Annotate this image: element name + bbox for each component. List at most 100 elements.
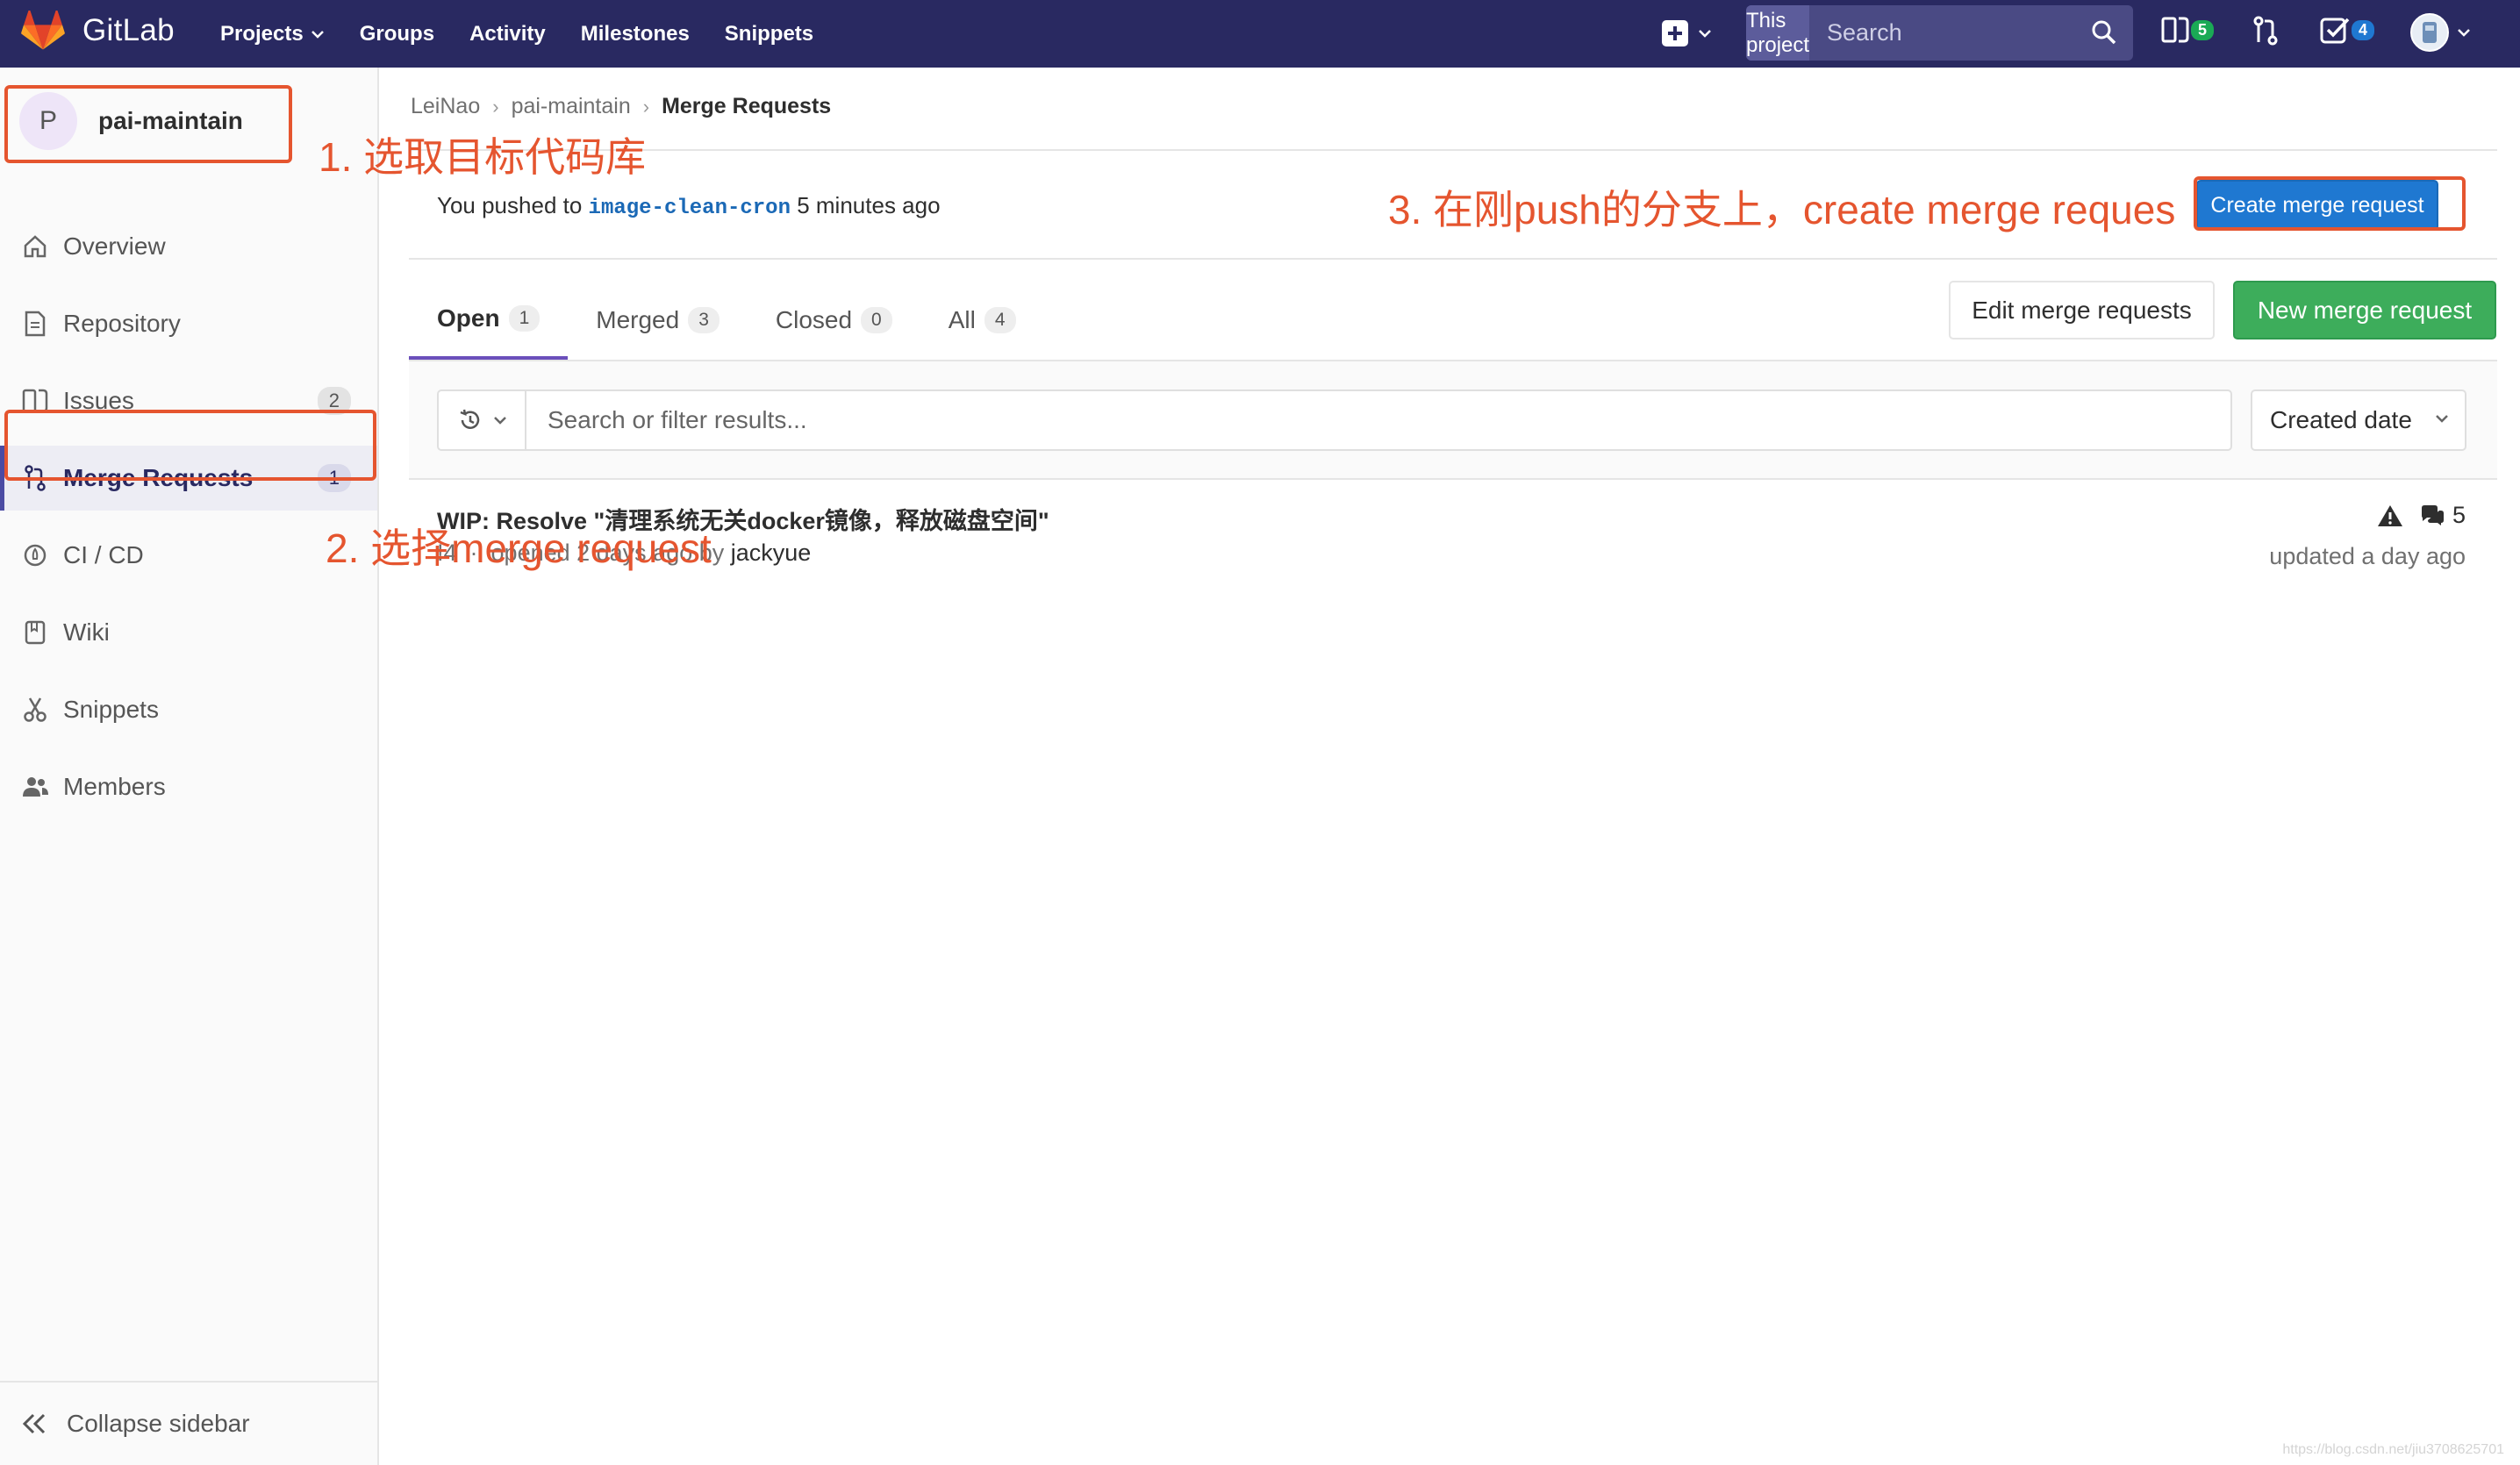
tab-closed[interactable]: Closed 0 [748, 280, 920, 360]
comments-icon [2421, 504, 2444, 525]
collapse-sidebar-label: Collapse sidebar [67, 1410, 250, 1437]
chevron-right-icon: › [492, 95, 499, 118]
tab-count-badge: 3 [688, 306, 719, 333]
breadcrumb-link[interactable]: pai-maintain [512, 94, 631, 119]
chevron-down-icon [494, 417, 506, 425]
collapse-sidebar-button[interactable]: Collapse sidebar [0, 1381, 377, 1465]
merge-request-icon [2253, 16, 2278, 46]
tab-label: Merged [596, 305, 680, 333]
nav-milestones[interactable]: Milestones [581, 22, 690, 46]
chevron-down-icon [2436, 415, 2448, 423]
breadcrumb: LeiNao › pai-maintain › Merge Requests [411, 94, 831, 119]
breadcrumb-current: Merge Requests [662, 94, 832, 118]
chevron-down-icon [1699, 30, 1711, 38]
annotation-box-project [4, 85, 292, 163]
recent-searches-button[interactable] [437, 389, 526, 451]
nav-merge-requests-button[interactable] [2252, 16, 2279, 46]
sidebar-item-snippets[interactable]: Snippets [0, 677, 377, 742]
filter-search-input[interactable] [525, 389, 2232, 451]
search-icon[interactable] [2091, 19, 2117, 46]
plus-square-icon [1662, 20, 1688, 46]
annotation-step-2: 2. 选择merge request [326, 525, 712, 571]
sidebar-item-label: Snippets [63, 696, 159, 723]
merge-request-row[interactable]: WIP: Resolve "清理系统无关docker镜像，释放磁盘空间" !4 … [409, 480, 2497, 594]
divider [409, 149, 2497, 151]
todo-check-icon [2320, 18, 2350, 44]
tab-count-badge: 4 [984, 306, 1016, 333]
sidebar-item-label: CI / CD [63, 541, 144, 568]
breadcrumb-link[interactable]: LeiNao [411, 94, 480, 119]
user-avatar-icon [2410, 13, 2449, 52]
brand-name: GitLab [82, 13, 175, 47]
double-chevron-left-icon [22, 1413, 46, 1434]
search-box: This project [1746, 5, 2133, 61]
project-sidebar: P pai-maintain Overview Repository Issue… [0, 68, 379, 1465]
doc-icon [25, 311, 46, 337]
annotation-box-create-button [2194, 176, 2466, 231]
tanuki-icon [21, 11, 65, 50]
divider [409, 258, 2497, 260]
rocket-icon [24, 544, 47, 567]
sidebar-item-members[interactable]: Members [0, 754, 377, 819]
sidebar-item-label: Wiki [63, 618, 110, 646]
sidebar-item-ci-cd[interactable]: CI / CD [0, 523, 377, 588]
issues-count-badge: 5 [2191, 19, 2215, 40]
sidebar-item-repository[interactable]: Repository [0, 291, 377, 356]
warning-icon [2377, 504, 2402, 526]
new-dropdown-button[interactable] [1661, 19, 1712, 47]
tab-label: Open [437, 304, 500, 332]
push-notice-prefix: You pushed to [437, 192, 583, 218]
annotation-box-merge-requests [4, 410, 376, 481]
pushed-branch-link[interactable]: image-clean-cron [589, 197, 791, 220]
merge-request-stats: 5 [2377, 502, 2466, 529]
top-navbar: GitLab Projects Groups Activity Mileston… [0, 0, 2520, 68]
history-icon [460, 409, 480, 429]
sidebar-item-overview[interactable]: Overview [0, 214, 377, 279]
home-icon [24, 235, 47, 258]
nav-projects-label: Projects [220, 21, 304, 46]
edit-merge-requests-button[interactable]: Edit merge requests [1949, 281, 2215, 339]
tab-all[interactable]: All 4 [920, 280, 1044, 360]
tab-label: All [948, 305, 976, 333]
merge-request-updated: updated a day ago [2269, 543, 2466, 569]
nav-groups[interactable]: Groups [360, 22, 434, 46]
chevron-right-icon: › [642, 95, 650, 118]
tab-count-badge: 0 [861, 306, 892, 333]
search-scope-badge[interactable]: This project [1746, 5, 1809, 61]
sidebar-item-wiki[interactable]: Wiki [0, 600, 377, 665]
chevron-down-icon [311, 30, 324, 39]
issues-icon [2161, 17, 2189, 43]
annotation-step-3: 3. 在刚push的分支上，create merge reques [1388, 187, 2176, 232]
push-notice-time: 5 minutes ago [797, 192, 941, 218]
todos-count-badge: 4 [2352, 19, 2375, 40]
new-merge-request-button[interactable]: New merge request [2233, 281, 2496, 339]
chevron-down-icon [2458, 29, 2470, 37]
nav-snippets[interactable]: Snippets [725, 22, 813, 46]
sidebar-item-label: Overview [63, 232, 166, 260]
merge-request-author-link[interactable]: jackyue [731, 540, 812, 566]
gitlab-logo[interactable]: GitLab [21, 11, 175, 51]
sidebar-item-label: Repository [63, 310, 181, 337]
tab-count-badge: 1 [508, 304, 541, 332]
sidebar-item-label: Members [63, 773, 166, 800]
nav-projects[interactable]: Projects [220, 22, 325, 46]
nav-todos-button[interactable]: 4 [2320, 16, 2375, 44]
watermark: https://blog.csdn.net/jiu3708625701 [2282, 1442, 2504, 1457]
tab-merged[interactable]: Merged 3 [568, 280, 748, 360]
sort-dropdown-label: Created date [2270, 406, 2412, 433]
nav-activity[interactable]: Activity [469, 22, 546, 46]
user-menu-button[interactable] [2409, 12, 2471, 53]
book-icon [25, 620, 46, 645]
users-icon [23, 777, 48, 797]
sort-dropdown[interactable]: Created date [2251, 389, 2466, 451]
scissors-icon [24, 697, 47, 722]
push-notice: You pushed to image-clean-cron 5 minutes… [437, 192, 941, 220]
filter-bar: Created date [409, 361, 2497, 480]
tab-label: Closed [775, 305, 853, 333]
nav-issues-button[interactable]: 5 [2161, 16, 2215, 44]
comments-count: 5 [2452, 502, 2466, 528]
tab-open[interactable]: Open 1 [409, 280, 569, 360]
search-input[interactable] [1809, 5, 2133, 61]
mr-state-tabs: Open 1 Merged 3 Closed 0 All 4 [409, 280, 1044, 360]
annotation-step-1: 1. 选取目标代码库 [319, 134, 647, 180]
